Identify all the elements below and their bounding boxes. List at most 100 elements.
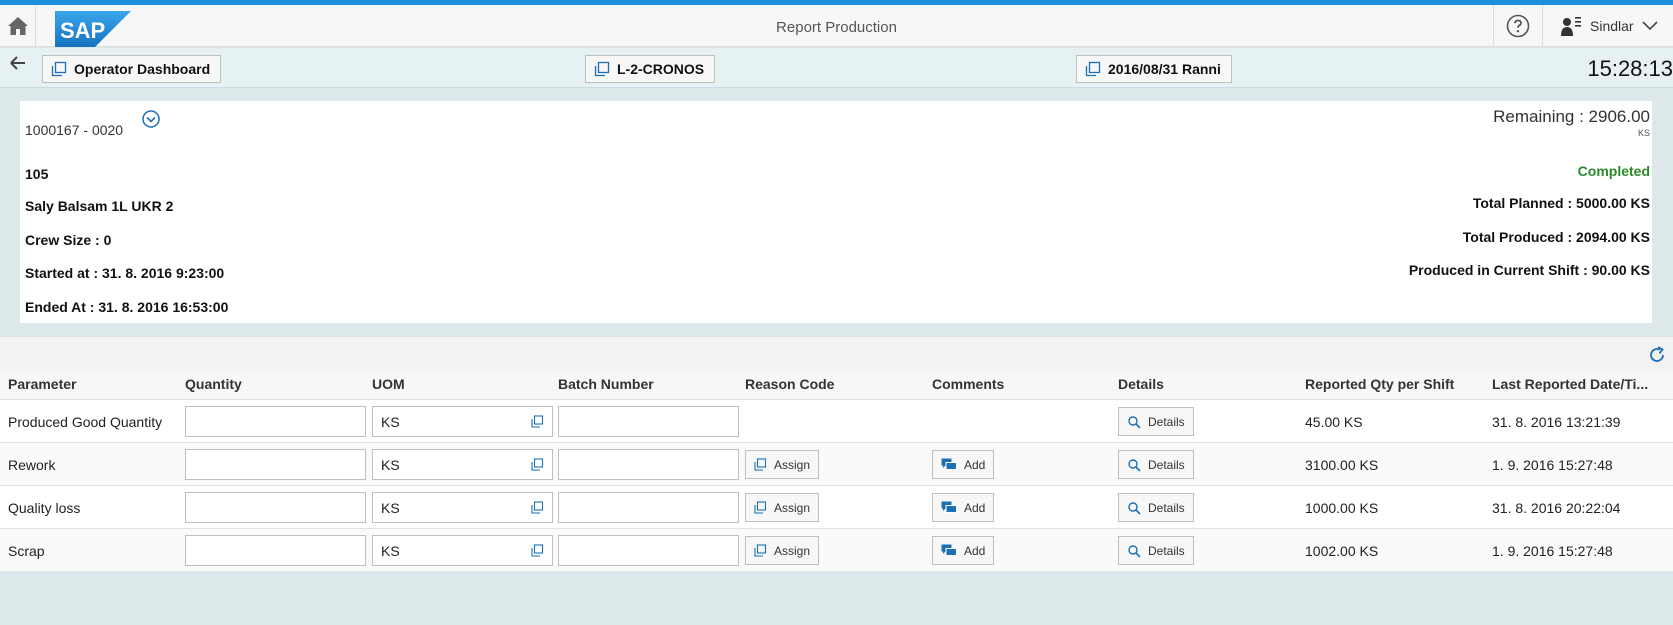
operator-dashboard-button[interactable]: Operator Dashboard bbox=[42, 55, 222, 83]
parameter-name: Produced Good Quantity bbox=[8, 413, 163, 430]
comment-icon bbox=[941, 544, 957, 556]
details-search-icon bbox=[1128, 501, 1141, 515]
user-name: Sindlar bbox=[1590, 18, 1634, 34]
help-button[interactable] bbox=[1493, 5, 1543, 47]
uom-field[interactable]: KS bbox=[372, 535, 553, 566]
operator-dashboard-label: Operator Dashboard bbox=[74, 61, 211, 77]
popup-icon bbox=[1085, 61, 1101, 77]
shift-button[interactable]: 2016/08/31 Ranni bbox=[1076, 55, 1232, 83]
details-button[interactable]: Details bbox=[1118, 536, 1194, 565]
add-button-label: Add bbox=[964, 500, 986, 515]
add-comment-button[interactable]: Add bbox=[932, 536, 995, 565]
uom-value: KS bbox=[381, 499, 400, 516]
shell-bar: SAP Report Production Sindlar bbox=[0, 5, 1673, 47]
last-reported: 1. 9. 2016 15:27:48 bbox=[1492, 456, 1613, 473]
resource-button[interactable]: L-2-CRONOS bbox=[585, 55, 716, 83]
table-row: Scrap KS Assign Add Details 1002.00 KS 1… bbox=[0, 529, 1673, 572]
comment-icon bbox=[941, 458, 957, 470]
reported-qty: 1000.00 KS bbox=[1305, 499, 1379, 516]
order-summary-panel: 1000167 - 0020 105 Saly Balsam 1L UKR 2 … bbox=[20, 101, 1652, 323]
page-title: Report Production bbox=[776, 19, 897, 36]
details-button[interactable]: Details bbox=[1118, 493, 1194, 522]
add-comment-button[interactable]: Add bbox=[932, 450, 995, 479]
uom-field[interactable]: KS bbox=[372, 492, 553, 523]
uom-value: KS bbox=[381, 542, 400, 559]
home-icon bbox=[7, 17, 28, 35]
clock: 15:28:13 bbox=[1587, 56, 1673, 81]
comment-icon bbox=[941, 501, 957, 513]
table-row: Quality loss KS Assign Add Details 1000.… bbox=[0, 486, 1673, 529]
column-header-last-reported: Last Reported Date/Ti... bbox=[1492, 376, 1649, 392]
table-header: Parameter Quantity UOM Batch Number Reas… bbox=[0, 373, 1673, 400]
popup-icon bbox=[51, 61, 67, 77]
details-button-label: Details bbox=[1148, 543, 1185, 558]
quantity-input[interactable] bbox=[185, 492, 366, 523]
uom-field[interactable]: KS bbox=[372, 449, 553, 480]
assign-button-label: Assign bbox=[774, 500, 811, 515]
last-reported: 31. 8. 2016 13:21:39 bbox=[1492, 413, 1621, 430]
details-button-label: Details bbox=[1148, 414, 1185, 429]
details-search-icon bbox=[1128, 458, 1141, 472]
column-header-reason-code: Reason Code bbox=[745, 376, 835, 392]
total-produced: Total Produced : 2094.00 KS bbox=[1462, 229, 1650, 245]
value-help-icon[interactable] bbox=[531, 501, 544, 514]
assign-reason-button[interactable]: Assign bbox=[745, 450, 820, 479]
operation-number: 105 bbox=[25, 166, 49, 182]
value-help-icon[interactable] bbox=[531, 415, 544, 428]
back-arrow-icon[interactable] bbox=[8, 52, 28, 74]
uom-value: KS bbox=[381, 413, 400, 430]
batch-number-input[interactable] bbox=[558, 406, 739, 437]
home-button[interactable] bbox=[0, 5, 36, 47]
quantity-input[interactable] bbox=[185, 449, 366, 480]
batch-number-input[interactable] bbox=[558, 492, 739, 523]
total-planned: Total Planned : 5000.00 KS bbox=[1472, 195, 1650, 211]
help-icon bbox=[1506, 14, 1530, 38]
assign-reason-button[interactable]: Assign bbox=[745, 493, 820, 522]
shift-label: 2016/08/31 Ranni bbox=[1108, 61, 1221, 77]
remaining-unit: KS bbox=[1637, 128, 1650, 138]
sub-header: Operator Dashboard L-2-CRONOS 2016/08/31… bbox=[0, 48, 1673, 88]
column-header-reported-qty: Reported Qty per Shift bbox=[1305, 376, 1455, 392]
value-help-icon[interactable] bbox=[531, 458, 544, 471]
assign-reason-button[interactable]: Assign bbox=[745, 536, 820, 565]
details-button-label: Details bbox=[1148, 500, 1185, 515]
batch-number-input[interactable] bbox=[558, 535, 739, 566]
column-header-quantity: Quantity bbox=[185, 376, 242, 392]
status-badge: Completed bbox=[1577, 163, 1650, 179]
last-reported: 31. 8. 2016 20:22:04 bbox=[1492, 499, 1621, 516]
column-header-batch-number: Batch Number bbox=[558, 376, 654, 392]
svg-text:SAP: SAP bbox=[60, 18, 105, 43]
quantity-input[interactable] bbox=[185, 535, 366, 566]
remaining-quantity: Remaining : 2906.00 bbox=[1493, 107, 1650, 126]
value-help-icon[interactable] bbox=[531, 544, 544, 557]
production-table: Parameter Quantity UOM Batch Number Reas… bbox=[0, 373, 1673, 572]
produced-current-shift: Produced in Current Shift : 90.00 KS bbox=[1408, 262, 1650, 278]
reported-qty: 3100.00 KS bbox=[1305, 456, 1379, 473]
page-footer-area bbox=[0, 571, 1673, 625]
table-row: Rework KS Assign Add Details 3100.00 KS … bbox=[0, 443, 1673, 486]
add-button-label: Add bbox=[964, 543, 986, 558]
chevron-down-icon bbox=[1642, 21, 1658, 31]
reported-qty: 45.00 KS bbox=[1305, 413, 1363, 430]
details-search-icon bbox=[1128, 415, 1141, 429]
uom-field[interactable]: KS bbox=[372, 406, 553, 437]
resource-label: L-2-CRONOS bbox=[617, 61, 705, 77]
user-icon bbox=[1561, 17, 1581, 36]
add-comment-button[interactable]: Add bbox=[932, 493, 995, 522]
details-button[interactable]: Details bbox=[1118, 407, 1194, 436]
details-button[interactable]: Details bbox=[1118, 450, 1194, 479]
details-button-label: Details bbox=[1148, 457, 1185, 472]
last-reported: 1. 9. 2016 15:27:48 bbox=[1492, 542, 1613, 559]
column-header-uom: UOM bbox=[372, 376, 405, 392]
batch-number-input[interactable] bbox=[558, 449, 739, 480]
popup-icon bbox=[754, 544, 767, 557]
column-header-comments: Comments bbox=[932, 376, 1005, 392]
user-menu[interactable]: Sindlar bbox=[1560, 5, 1658, 47]
assign-button-label: Assign bbox=[774, 457, 811, 472]
parameter-name: Quality loss bbox=[8, 499, 81, 516]
popup-icon bbox=[594, 61, 610, 77]
popup-icon bbox=[754, 501, 767, 514]
refresh-icon[interactable] bbox=[1647, 345, 1667, 365]
expand-circle-icon[interactable] bbox=[141, 109, 161, 129]
quantity-input[interactable] bbox=[185, 406, 366, 437]
